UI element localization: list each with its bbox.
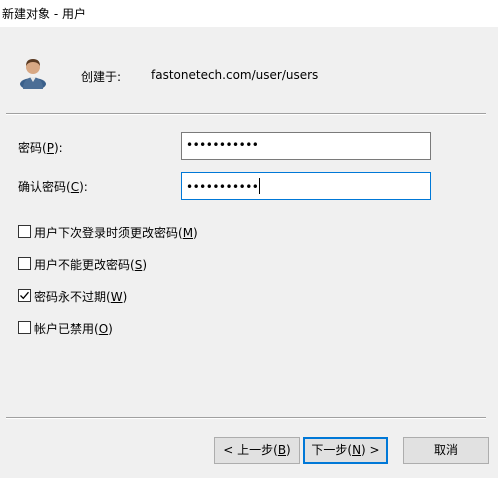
account-disabled-label: 帐户已禁用(O) — [34, 322, 113, 336]
window-title: 新建对象 - 用户 — [2, 7, 86, 21]
password-label: 密码(P): — [18, 141, 63, 155]
must-change-password-label: 用户下次登录时须更改密码(M) — [34, 226, 198, 240]
confirm-password-input[interactable]: ••••••••••• — [181, 172, 431, 200]
account-disabled-checkbox[interactable] — [18, 321, 31, 334]
cannot-change-password-label: 用户不能更改密码(S) — [34, 258, 147, 272]
password-value: ••••••••••• — [186, 138, 259, 152]
back-button[interactable]: < 上一步(B) — [214, 437, 300, 464]
create-in-path: fastonetech.com/user/users — [151, 68, 319, 82]
separator — [6, 417, 486, 419]
text-caret — [259, 178, 261, 194]
separator — [6, 113, 486, 115]
cannot-change-password-checkbox[interactable] — [18, 257, 31, 270]
password-never-expires-label: 密码永不过期(W) — [34, 290, 128, 304]
cancel-button[interactable]: 取消 — [403, 437, 489, 464]
dialog-body: 创建于: fastonetech.com/user/users 密码(P): •… — [0, 27, 498, 478]
password-input[interactable]: ••••••••••• — [181, 132, 431, 160]
next-button[interactable]: 下一步(N) > — [303, 437, 388, 464]
password-never-expires-checkbox[interactable] — [18, 289, 31, 302]
confirm-password-value: ••••••••••• — [186, 178, 261, 194]
create-in-label: 创建于: — [81, 70, 122, 84]
must-change-password-checkbox[interactable] — [18, 225, 31, 238]
checkmark-icon — [20, 291, 29, 300]
title-bar[interactable]: 新建对象 - 用户 — [0, 0, 498, 27]
confirm-password-label: 确认密码(C): — [18, 180, 88, 194]
user-icon — [20, 59, 46, 89]
